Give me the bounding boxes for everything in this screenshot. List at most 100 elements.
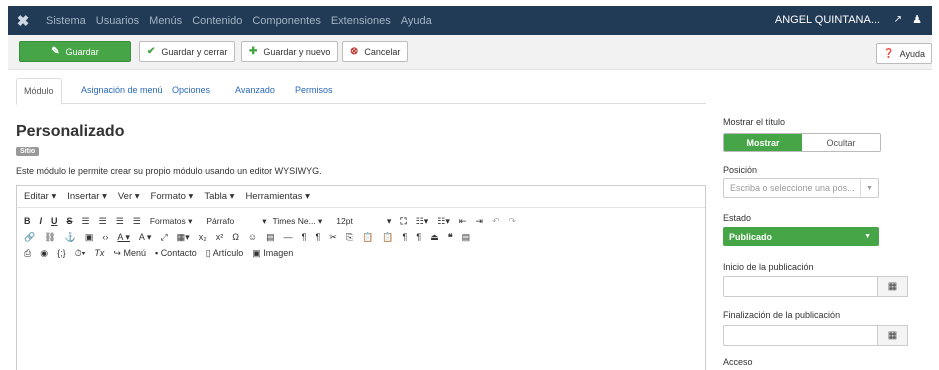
align-justify-icon[interactable]: ☰ bbox=[133, 216, 141, 227]
redo-icon[interactable]: ↷ bbox=[509, 216, 517, 227]
calendar-icon[interactable]: ▦ bbox=[878, 276, 908, 297]
font-size-dropdown[interactable]: 12pt bbox=[336, 216, 353, 226]
tab-opciones[interactable]: Opciones bbox=[165, 78, 217, 104]
text-color-icon[interactable]: A ▾ bbox=[117, 232, 130, 243]
calendar-icon[interactable]: ▦ bbox=[878, 325, 908, 346]
outdent-icon[interactable]: ⇤ bbox=[459, 216, 467, 227]
strikethrough-icon[interactable]: S bbox=[67, 216, 73, 226]
nav-item-sistema[interactable]: Sistema bbox=[46, 15, 86, 27]
code-icon[interactable]: ‹› bbox=[102, 232, 108, 242]
site-badge: Sitio bbox=[16, 147, 40, 156]
rtl-icon[interactable]: ¶ bbox=[315, 232, 320, 242]
source-code-icon[interactable]: {;} bbox=[57, 248, 66, 258]
show-title-off[interactable]: Ocultar bbox=[802, 134, 880, 151]
publish-start-input[interactable] bbox=[723, 276, 878, 297]
paste-text-icon[interactable]: 📋 bbox=[382, 232, 393, 243]
state-value: Publicado bbox=[729, 231, 773, 242]
formats-dropdown[interactable]: Formatos ▾ bbox=[150, 216, 193, 227]
menu-button[interactable]: ↪ Menú bbox=[113, 248, 146, 259]
editor-menu-ver[interactable]: Ver ▾ bbox=[118, 191, 140, 202]
nav-item-contenido[interactable]: Contenido bbox=[192, 15, 242, 27]
user-name[interactable]: ANGEL QUINTANA... bbox=[775, 14, 880, 26]
preview-icon[interactable]: ◉ bbox=[40, 248, 48, 259]
joomla-logo-icon[interactable]: ✖ bbox=[8, 6, 38, 35]
publish-end-input[interactable] bbox=[723, 325, 878, 346]
save-button[interactable]: ✎ Guardar bbox=[19, 41, 131, 62]
anchor-icon[interactable]: ⚓ bbox=[65, 232, 76, 243]
position-select[interactable]: Escriba o seleccione una pos... ▼ bbox=[723, 178, 879, 198]
editor-menu-formato[interactable]: Formato ▾ bbox=[151, 191, 194, 202]
insert-date-icon[interactable]: ⏏ bbox=[430, 232, 439, 243]
nav-item-componentes[interactable]: Componentes bbox=[252, 15, 321, 27]
show-title-on[interactable]: Mostrar bbox=[724, 134, 802, 151]
underline-icon[interactable]: U bbox=[51, 216, 58, 226]
align-left-icon[interactable]: ☰ bbox=[82, 216, 90, 227]
undo-icon[interactable]: ↶ bbox=[492, 216, 500, 227]
indent-icon[interactable]: ⇥ bbox=[475, 216, 483, 227]
tab-avanzado[interactable]: Avanzado bbox=[228, 78, 282, 104]
align-center-icon[interactable]: ☰ bbox=[99, 216, 107, 227]
block-format-dropdown[interactable]: Párrafo bbox=[206, 216, 234, 226]
superscript-icon[interactable]: x² bbox=[216, 232, 224, 242]
align-right-icon[interactable]: ☰ bbox=[116, 216, 124, 227]
tab-permisos[interactable]: Permisos bbox=[288, 78, 340, 104]
numbered-list-icon[interactable]: ☷▾ bbox=[437, 216, 450, 227]
table-icon[interactable]: ▦▾ bbox=[177, 232, 190, 243]
help-button[interactable]: ❓ Ayuda bbox=[876, 43, 932, 64]
editor-menu-herramientas[interactable]: Herramientas ▾ bbox=[245, 191, 309, 202]
unlink-icon[interactable]: ⛓ bbox=[44, 232, 55, 243]
copy-icon[interactable]: ⎘ bbox=[346, 232, 353, 243]
visual-chars-icon[interactable]: ¶ bbox=[403, 232, 408, 242]
bold-icon[interactable]: B bbox=[24, 216, 31, 226]
ltr-icon[interactable]: ¶ bbox=[302, 232, 307, 242]
tab-asignacion-menu[interactable]: Asignación de menú bbox=[74, 78, 170, 104]
italic-icon[interactable]: I bbox=[40, 216, 43, 226]
tab-modulo[interactable]: Módulo bbox=[16, 78, 62, 105]
contact-icon: ▪ bbox=[154, 248, 159, 258]
font-family-dropdown[interactable]: Times Ne... ▾ bbox=[273, 216, 323, 227]
visual-blocks-icon[interactable]: ¶ bbox=[416, 232, 421, 242]
article-icon: ▯ bbox=[205, 247, 211, 258]
fullscreen-icon[interactable]: ⤢ bbox=[160, 232, 167, 243]
imagen-button[interactable]: ▣ Imagen bbox=[252, 248, 293, 259]
publish-end-field: ▦ bbox=[723, 325, 908, 346]
cut-icon[interactable]: ✂ bbox=[329, 232, 337, 243]
horizontal-rule-icon[interactable]: — bbox=[284, 232, 293, 242]
link-icon[interactable]: 🔗 bbox=[24, 232, 35, 243]
background-color-icon[interactable]: A ▾ bbox=[139, 232, 152, 243]
image-icon[interactable]: ▣ bbox=[85, 232, 94, 243]
bullet-list-icon[interactable]: ☷▾ bbox=[416, 216, 429, 227]
state-select[interactable]: Publicado ▼ bbox=[723, 227, 879, 246]
state-label: Estado bbox=[723, 213, 752, 223]
save-new-button[interactable]: ✚ Guardar y nuevo bbox=[241, 41, 339, 62]
nav-item-menus[interactable]: Menús bbox=[149, 15, 182, 27]
save-close-button[interactable]: ✔ Guardar y cerrar bbox=[139, 41, 236, 62]
editor-menu-editar[interactable]: Editar ▾ bbox=[24, 191, 56, 202]
template-icon[interactable]: ▤ bbox=[462, 232, 471, 243]
nav-item-usuarios[interactable]: Usuarios bbox=[96, 15, 139, 27]
emoticons-icon[interactable]: ☺ bbox=[248, 232, 257, 242]
paste-icon[interactable]: 📋 bbox=[362, 232, 373, 243]
subscript-icon[interactable]: x₂ bbox=[199, 232, 207, 242]
user-icon[interactable]: ♟ bbox=[912, 13, 922, 26]
editor-menu-tabla[interactable]: Tabla ▾ bbox=[204, 191, 234, 202]
nav-item-ayuda[interactable]: Ayuda bbox=[401, 15, 432, 27]
clock-icon[interactable]: ⏱▾ bbox=[75, 248, 86, 259]
nav-item-extensiones[interactable]: Extensiones bbox=[331, 15, 391, 27]
contacto-button[interactable]: ▪ Contacto bbox=[155, 248, 197, 258]
cancel-button[interactable]: ⊗ Cancelar bbox=[342, 41, 409, 62]
chevron-down-icon[interactable]: ▾ bbox=[262, 216, 266, 227]
articulo-button[interactable]: ▯ Artículo bbox=[206, 248, 243, 259]
toolbar: ✎ Guardar ✔ Guardar y cerrar ✚ Guardar y nu… bbox=[8, 35, 932, 70]
external-link-icon[interactable]: ↗ bbox=[894, 14, 902, 25]
media-icon[interactable]: ▤ bbox=[266, 232, 275, 243]
editor-menu-insertar[interactable]: Insertar ▾ bbox=[67, 191, 107, 202]
find-replace-icon[interactable]: ⛶ bbox=[400, 216, 406, 227]
print-icon[interactable]: ⎙ bbox=[24, 248, 31, 259]
special-char-icon[interactable]: Ω bbox=[232, 232, 239, 242]
chevron-down-icon[interactable]: ▾ bbox=[387, 216, 392, 227]
position-placeholder: Escriba o seleccione una pos... bbox=[730, 183, 855, 193]
check-icon: ✔ bbox=[147, 46, 156, 57]
blockquote-icon[interactable]: ❝ bbox=[448, 232, 453, 243]
clear-format-icon[interactable]: Tx bbox=[94, 248, 104, 258]
